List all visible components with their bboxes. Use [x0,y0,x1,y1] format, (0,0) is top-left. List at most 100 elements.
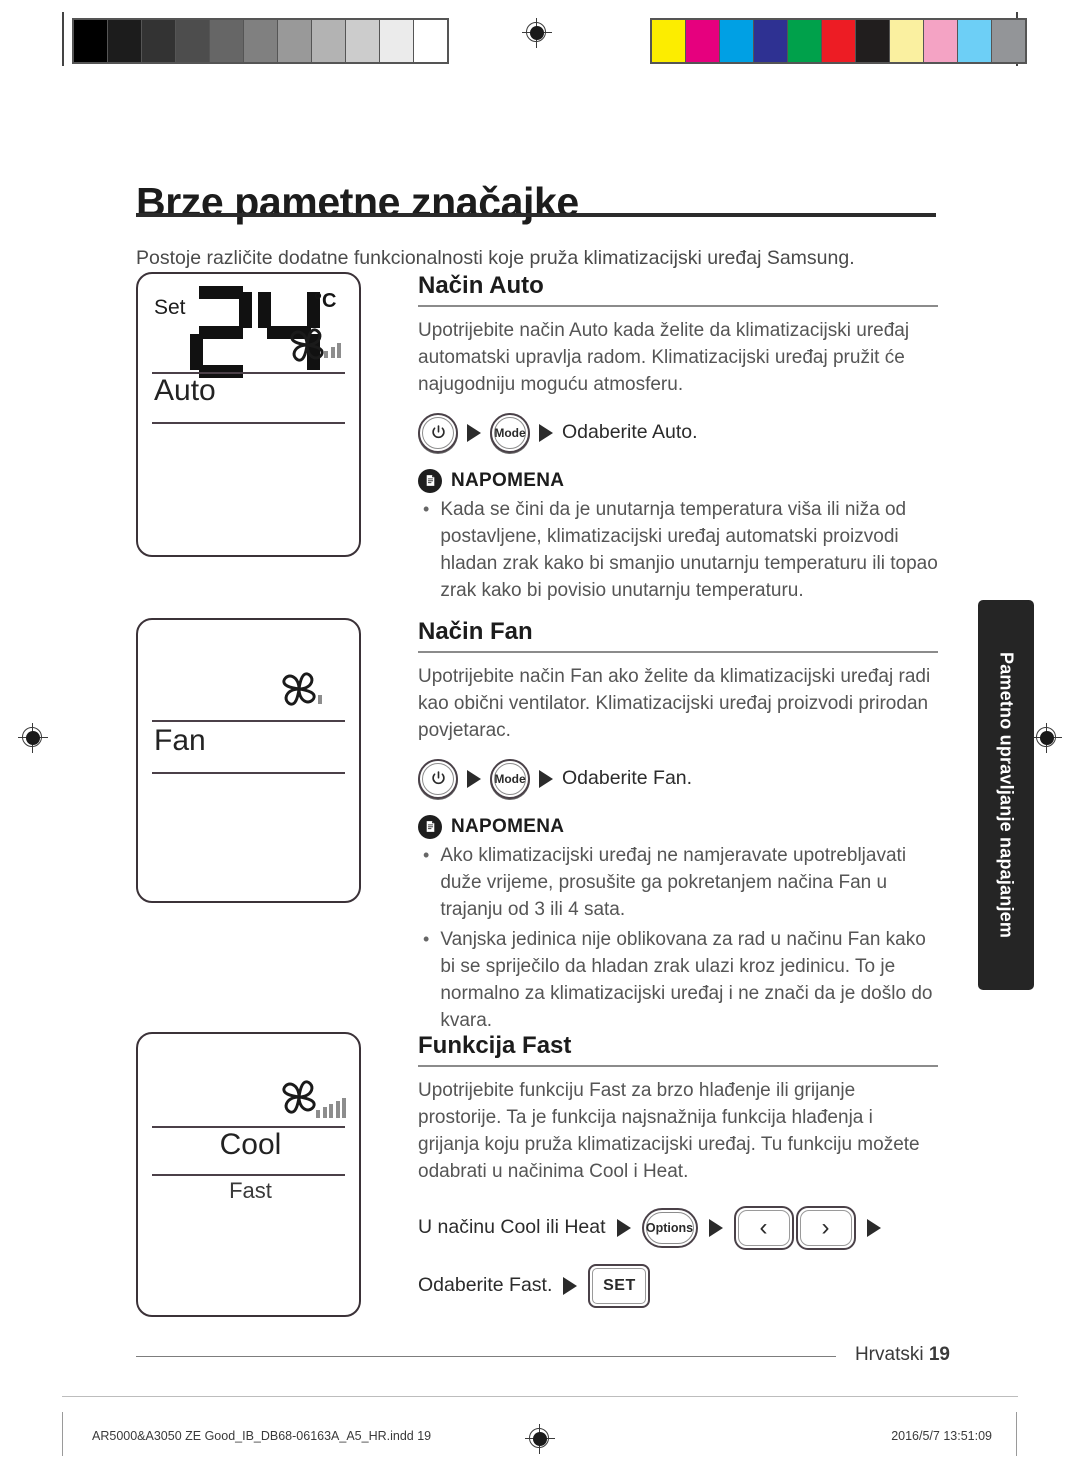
imprint-crop-right [1016,1412,1018,1456]
imprint-timestamp: 2016/5/7 13:51:09 [891,1429,992,1443]
fan-speed-bar [316,1110,320,1118]
set-label: Set [154,296,186,319]
fan-speed-bars [316,1096,346,1118]
fan-speed-bar [329,1104,333,1118]
left-arrow-button[interactable]: ‹ [733,1205,794,1250]
note-bullet-text: Vanjska jedinica nije oblikovana za rad … [440,928,933,1031]
arrow-separator-icon [616,1218,631,1237]
manual-page: Brze pametne značajke Postoje različite … [0,0,1080,1476]
mode-button[interactable]: Mode [490,758,530,799]
display-mode-label: Cool [219,1128,282,1161]
imprint-crop-left [62,1412,64,1456]
section-body: Upotrijebite način Auto kada želite da k… [418,320,910,395]
section-fast: Funkcija Fast Upotrijebite funkciju Fast… [418,1032,938,1308]
note-header-auto: NAPOMENA [418,468,938,493]
section-body: Upotrijebite način Fan ako želite da kli… [418,666,931,741]
section-divider [418,305,938,307]
fan-speed-bar [335,1101,340,1118]
note-title: NAPOMENA [451,815,565,837]
fan-speed-icon [278,668,320,715]
page-content: Brze pametne značajke Postoje različite … [0,0,1080,1476]
display-sub-label: Fast [229,1178,272,1203]
section-divider [418,1065,938,1067]
bullet-dot-icon: • [423,928,430,949]
step-instruction: U načinu Cool ili Heat [418,1216,606,1239]
note-bullet-text: Kada se čini da je unutarnja temperatura… [440,498,938,601]
step-sequence-fast-line2: Odaberite Fast. SET [418,1263,938,1308]
fan-speed-bar [324,351,328,358]
footer-language-page: Hrvatski 19 [840,1344,950,1366]
chapter-side-tab-label: Pametno upravljanje napajanjem [996,651,1017,939]
note-header-fan: NAPOMENA [418,814,938,839]
note-title: NAPOMENA [451,469,565,491]
page-title: Brze pametne značajke [136,179,579,226]
mode-button-label: Mode [494,416,526,449]
arrow-separator-icon [467,423,481,442]
set-button-label: SET [592,1267,647,1304]
chevron-left-icon: ‹ [737,1209,790,1246]
note-bullets-fan: • Ako klimatizacijski uređaj ne namjerav… [418,843,938,1035]
display-divider [152,772,345,774]
chapter-side-tab: Pametno upravljanje napajanjem [978,600,1034,990]
title-divider [136,213,936,217]
options-button-label: Options [645,1211,694,1244]
footer-language: Hrvatski [854,1344,924,1365]
section-divider [418,651,938,653]
bullet-dot-icon: • [423,844,430,865]
section-heading: Način Fan [418,618,533,645]
display-divider [152,422,345,424]
fan-speed-bar [330,347,335,358]
chevron-right-icon: › [799,1209,852,1246]
step-sequence-auto: Mode Odaberite Auto. [418,412,938,453]
display-divider [152,720,345,722]
display-mode-label: Auto [154,374,216,407]
bullet-dot-icon: • [423,498,430,519]
document-note-icon [418,814,442,839]
display-panel-cool-fast: Cool Fast [136,1032,361,1317]
display-panel-fan: Fan [136,618,361,903]
note-bullet: • Kada se čini da je unutarnja temperatu… [418,497,938,605]
display-divider [152,1174,345,1176]
arrow-button-pair: ‹ › [733,1205,856,1250]
section-heading: Način Auto [418,272,544,299]
temperature-unit: °C [314,290,337,312]
power-icon [422,762,454,795]
step-sequence-fast-line1: U načinu Cool ili Heat Options ‹ › [418,1205,938,1250]
imprint-divider [62,1396,1018,1397]
registration-mark-bottom [525,1424,555,1454]
arrow-separator-icon [563,1276,578,1295]
fan-speed-bar [342,1098,346,1118]
footer-page-number: 19 [928,1344,950,1365]
fan-speed-icon [286,324,328,371]
arrow-separator-icon [539,769,553,788]
fan-speed-bars [318,690,322,704]
imprint-filename: AR5000&A3050 ZE Good_IB_DB68-06163A_A5_H… [92,1429,432,1443]
step-instruction: Odaberite Fast. [418,1274,553,1297]
document-note-icon [418,468,442,493]
fan-speed-bar [318,695,322,704]
fan-speed-bar [337,343,341,358]
fan-speed-icon [278,1076,320,1123]
note-bullet: • Vanjska jedinica nije oblikovana za ra… [418,927,938,1035]
set-button[interactable]: SET [588,1263,651,1308]
step-instruction: Odaberite Auto. [562,421,698,444]
intro-paragraph: Postoje različite dodatne funkcionalnost… [136,246,855,269]
options-button[interactable]: Options [641,1207,698,1248]
display-panel-auto: Set °C Auto [136,272,361,557]
section-body: Upotrijebite funkciju Fast za brzo hlađe… [418,1080,920,1182]
fan-speed-bars [324,340,341,358]
power-button[interactable] [418,412,458,453]
arrow-separator-icon [708,1218,723,1237]
right-arrow-button[interactable]: › [795,1205,856,1250]
section-heading: Funkcija Fast [418,1032,572,1059]
seven-segment-digit [190,286,252,378]
fan-speed-bar [322,1107,327,1118]
step-instruction: Odaberite Fan. [562,767,693,790]
section-fan: Način Fan Upotrijebite način Fan ako žel… [418,618,938,1035]
note-bullet-text: Ako klimatizacijski uređaj ne namjeravat… [440,844,907,920]
power-icon [422,416,454,449]
note-bullet: • Ako klimatizacijski uređaj ne namjerav… [418,843,938,924]
power-button[interactable] [418,758,458,799]
display-mode-label: Fan [154,724,206,757]
mode-button[interactable]: Mode [490,412,530,453]
